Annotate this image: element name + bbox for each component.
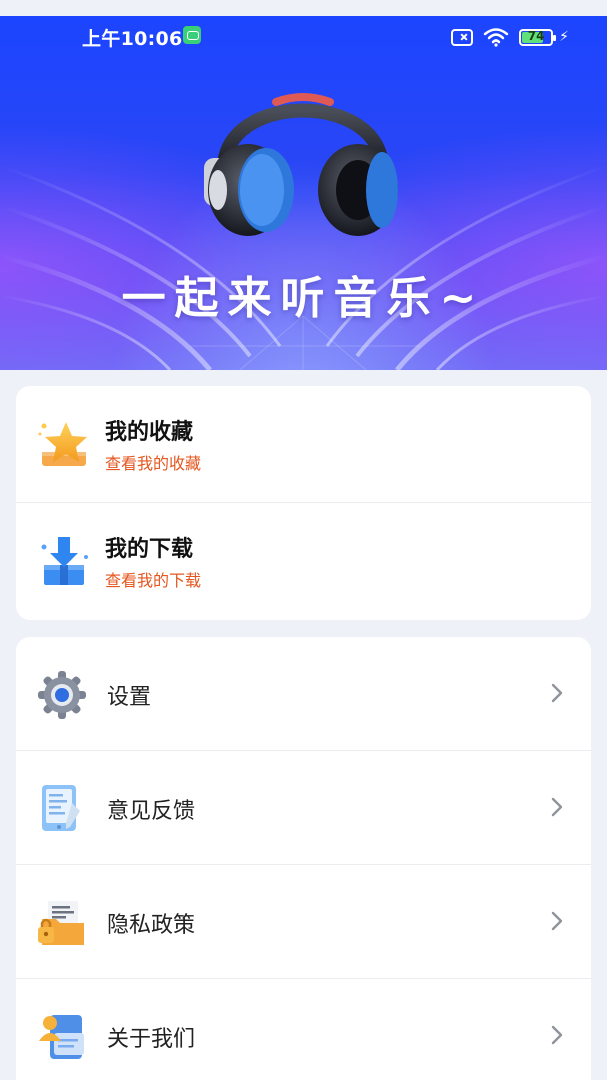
charging-icon: ⚡ xyxy=(559,29,569,45)
status-bar: 上午10:06 74 ⚡ xyxy=(0,16,607,60)
feedback-icon xyxy=(42,785,80,831)
banner-title: 一起来听音乐~ xyxy=(121,273,486,324)
menu-item-about[interactable]: 关于我们 xyxy=(16,979,591,1080)
favorites-item[interactable]: 我的收藏 查看我的收藏 xyxy=(16,386,591,503)
quick-links-card: 我的收藏 查看我的收藏 我的下载 查看我的下载 xyxy=(16,386,591,620)
about-icon xyxy=(39,1015,84,1059)
menu-item-privacy[interactable]: 隐私政策 xyxy=(16,865,591,979)
headphones-icon xyxy=(204,93,398,236)
chevron-right-icon xyxy=(551,911,563,931)
menu-label-feedback: 意见反馈 xyxy=(107,799,196,824)
chevron-right-icon xyxy=(551,683,563,703)
status-time: 上午10:06 xyxy=(82,28,183,50)
star-icon xyxy=(38,422,87,466)
downloads-subtitle: 查看我的下载 xyxy=(105,571,202,590)
menu-item-settings[interactable]: 设置 xyxy=(16,637,591,751)
battery-icon: 74 xyxy=(519,28,557,46)
header-banner: 上午10:06 74 ⚡ 一起来听音乐~ xyxy=(0,16,607,370)
chevron-right-icon xyxy=(551,797,563,817)
downloads-title: 我的下载 xyxy=(105,537,194,562)
favorites-subtitle: 查看我的收藏 xyxy=(105,454,202,473)
menu-label-settings: 设置 xyxy=(107,685,152,710)
menu-item-feedback[interactable]: 意见反馈 xyxy=(16,751,591,865)
favorites-title: 我的收藏 xyxy=(105,420,194,445)
gear-icon xyxy=(38,671,86,719)
menu-label-privacy: 隐私政策 xyxy=(107,913,196,938)
chevron-right-icon xyxy=(551,1025,563,1045)
status-indicators: 74 ⚡ xyxy=(451,26,569,48)
battery-level: 74 xyxy=(527,28,545,43)
top-strip xyxy=(0,0,607,16)
privacy-icon xyxy=(38,901,84,945)
menu-label-about: 关于我们 xyxy=(107,1027,196,1052)
no-sim-icon xyxy=(451,28,474,46)
wifi-icon xyxy=(483,28,509,47)
downloads-item[interactable]: 我的下载 查看我的下载 xyxy=(16,503,591,620)
notification-app-icon xyxy=(183,26,201,44)
download-icon xyxy=(41,537,88,585)
menu-card: 设置 意见反馈 隐私政策 关于我们 xyxy=(16,637,591,1080)
